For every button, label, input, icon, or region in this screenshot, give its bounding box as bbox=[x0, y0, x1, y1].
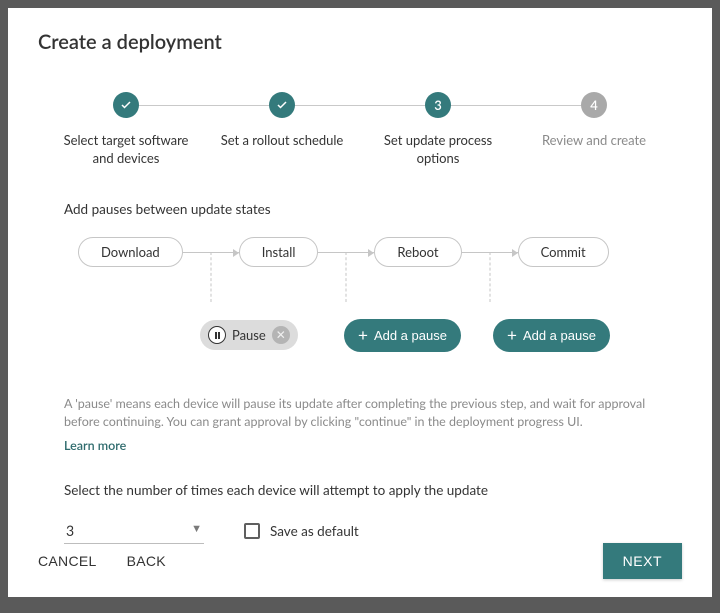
page-title: Create a deployment bbox=[38, 30, 682, 54]
state-commit: Commit bbox=[518, 237, 609, 267]
add-pause-button[interactable]: + Add a pause bbox=[493, 319, 610, 352]
checkbox-icon bbox=[244, 523, 260, 539]
step-label: Set a rollout schedule bbox=[217, 132, 348, 150]
step-4: 4 Review and create bbox=[516, 92, 672, 150]
step-connector bbox=[126, 105, 282, 106]
step-label: Set update process options bbox=[360, 132, 516, 167]
pause-chip-label: Pause bbox=[232, 327, 266, 343]
step-number-icon: 3 bbox=[425, 92, 451, 118]
retries-value: 3 bbox=[66, 522, 74, 539]
add-pause-button[interactable]: + Add a pause bbox=[344, 319, 461, 352]
step-connector bbox=[438, 105, 594, 106]
deployment-modal: Create a deployment Select target softwa… bbox=[8, 8, 712, 597]
chevron-down-icon: ▼ bbox=[191, 522, 202, 539]
step-2: Set a rollout schedule bbox=[204, 92, 360, 150]
pause-icon bbox=[208, 326, 226, 344]
add-pause-label: Add a pause bbox=[374, 328, 447, 343]
step-label: Select target software and devices bbox=[48, 132, 204, 167]
states-row: Download Install Reboot Commit bbox=[78, 237, 682, 267]
save-default-label: Save as default bbox=[270, 523, 359, 539]
retries-select[interactable]: 3 ▼ bbox=[64, 518, 204, 544]
pauses-help-text: A 'pause' means each device will pause i… bbox=[64, 395, 656, 431]
stepper: Select target software and devices Set a… bbox=[38, 92, 682, 167]
state-arrow bbox=[183, 252, 239, 253]
pause-chip[interactable]: Pause ✕ bbox=[200, 320, 298, 350]
plus-icon: + bbox=[507, 327, 517, 344]
modal-footer: CANCEL BACK NEXT bbox=[38, 543, 682, 579]
cancel-button[interactable]: CANCEL bbox=[38, 553, 97, 569]
state-arrow bbox=[318, 252, 374, 253]
back-button[interactable]: BACK bbox=[127, 553, 166, 569]
step-label: Review and create bbox=[538, 132, 650, 150]
check-icon bbox=[113, 92, 139, 118]
add-pause-label: Add a pause bbox=[523, 328, 596, 343]
retries-controls: 3 ▼ Save as default bbox=[64, 518, 682, 544]
plus-icon: + bbox=[358, 327, 368, 344]
save-default-checkbox[interactable]: Save as default bbox=[244, 523, 359, 539]
retries-heading: Select the number of times each device w… bbox=[64, 482, 682, 498]
close-icon[interactable]: ✕ bbox=[272, 326, 290, 344]
check-icon bbox=[269, 92, 295, 118]
next-button[interactable]: NEXT bbox=[603, 543, 682, 579]
pauses-heading: Add pauses between update states bbox=[64, 201, 682, 217]
step-1: Select target software and devices bbox=[48, 92, 204, 167]
state-arrow bbox=[462, 252, 518, 253]
state-download: Download bbox=[78, 237, 183, 267]
state-reboot: Reboot bbox=[374, 237, 461, 267]
step-number-icon: 4 bbox=[581, 92, 607, 118]
state-install: Install bbox=[239, 237, 319, 267]
step-3: 3 Set update process options bbox=[360, 92, 516, 167]
pause-controls-row: Pause ✕ + Add a pause + Add a pause bbox=[78, 317, 682, 353]
step-connector bbox=[282, 105, 438, 106]
learn-more-link[interactable]: Learn more bbox=[64, 438, 126, 453]
